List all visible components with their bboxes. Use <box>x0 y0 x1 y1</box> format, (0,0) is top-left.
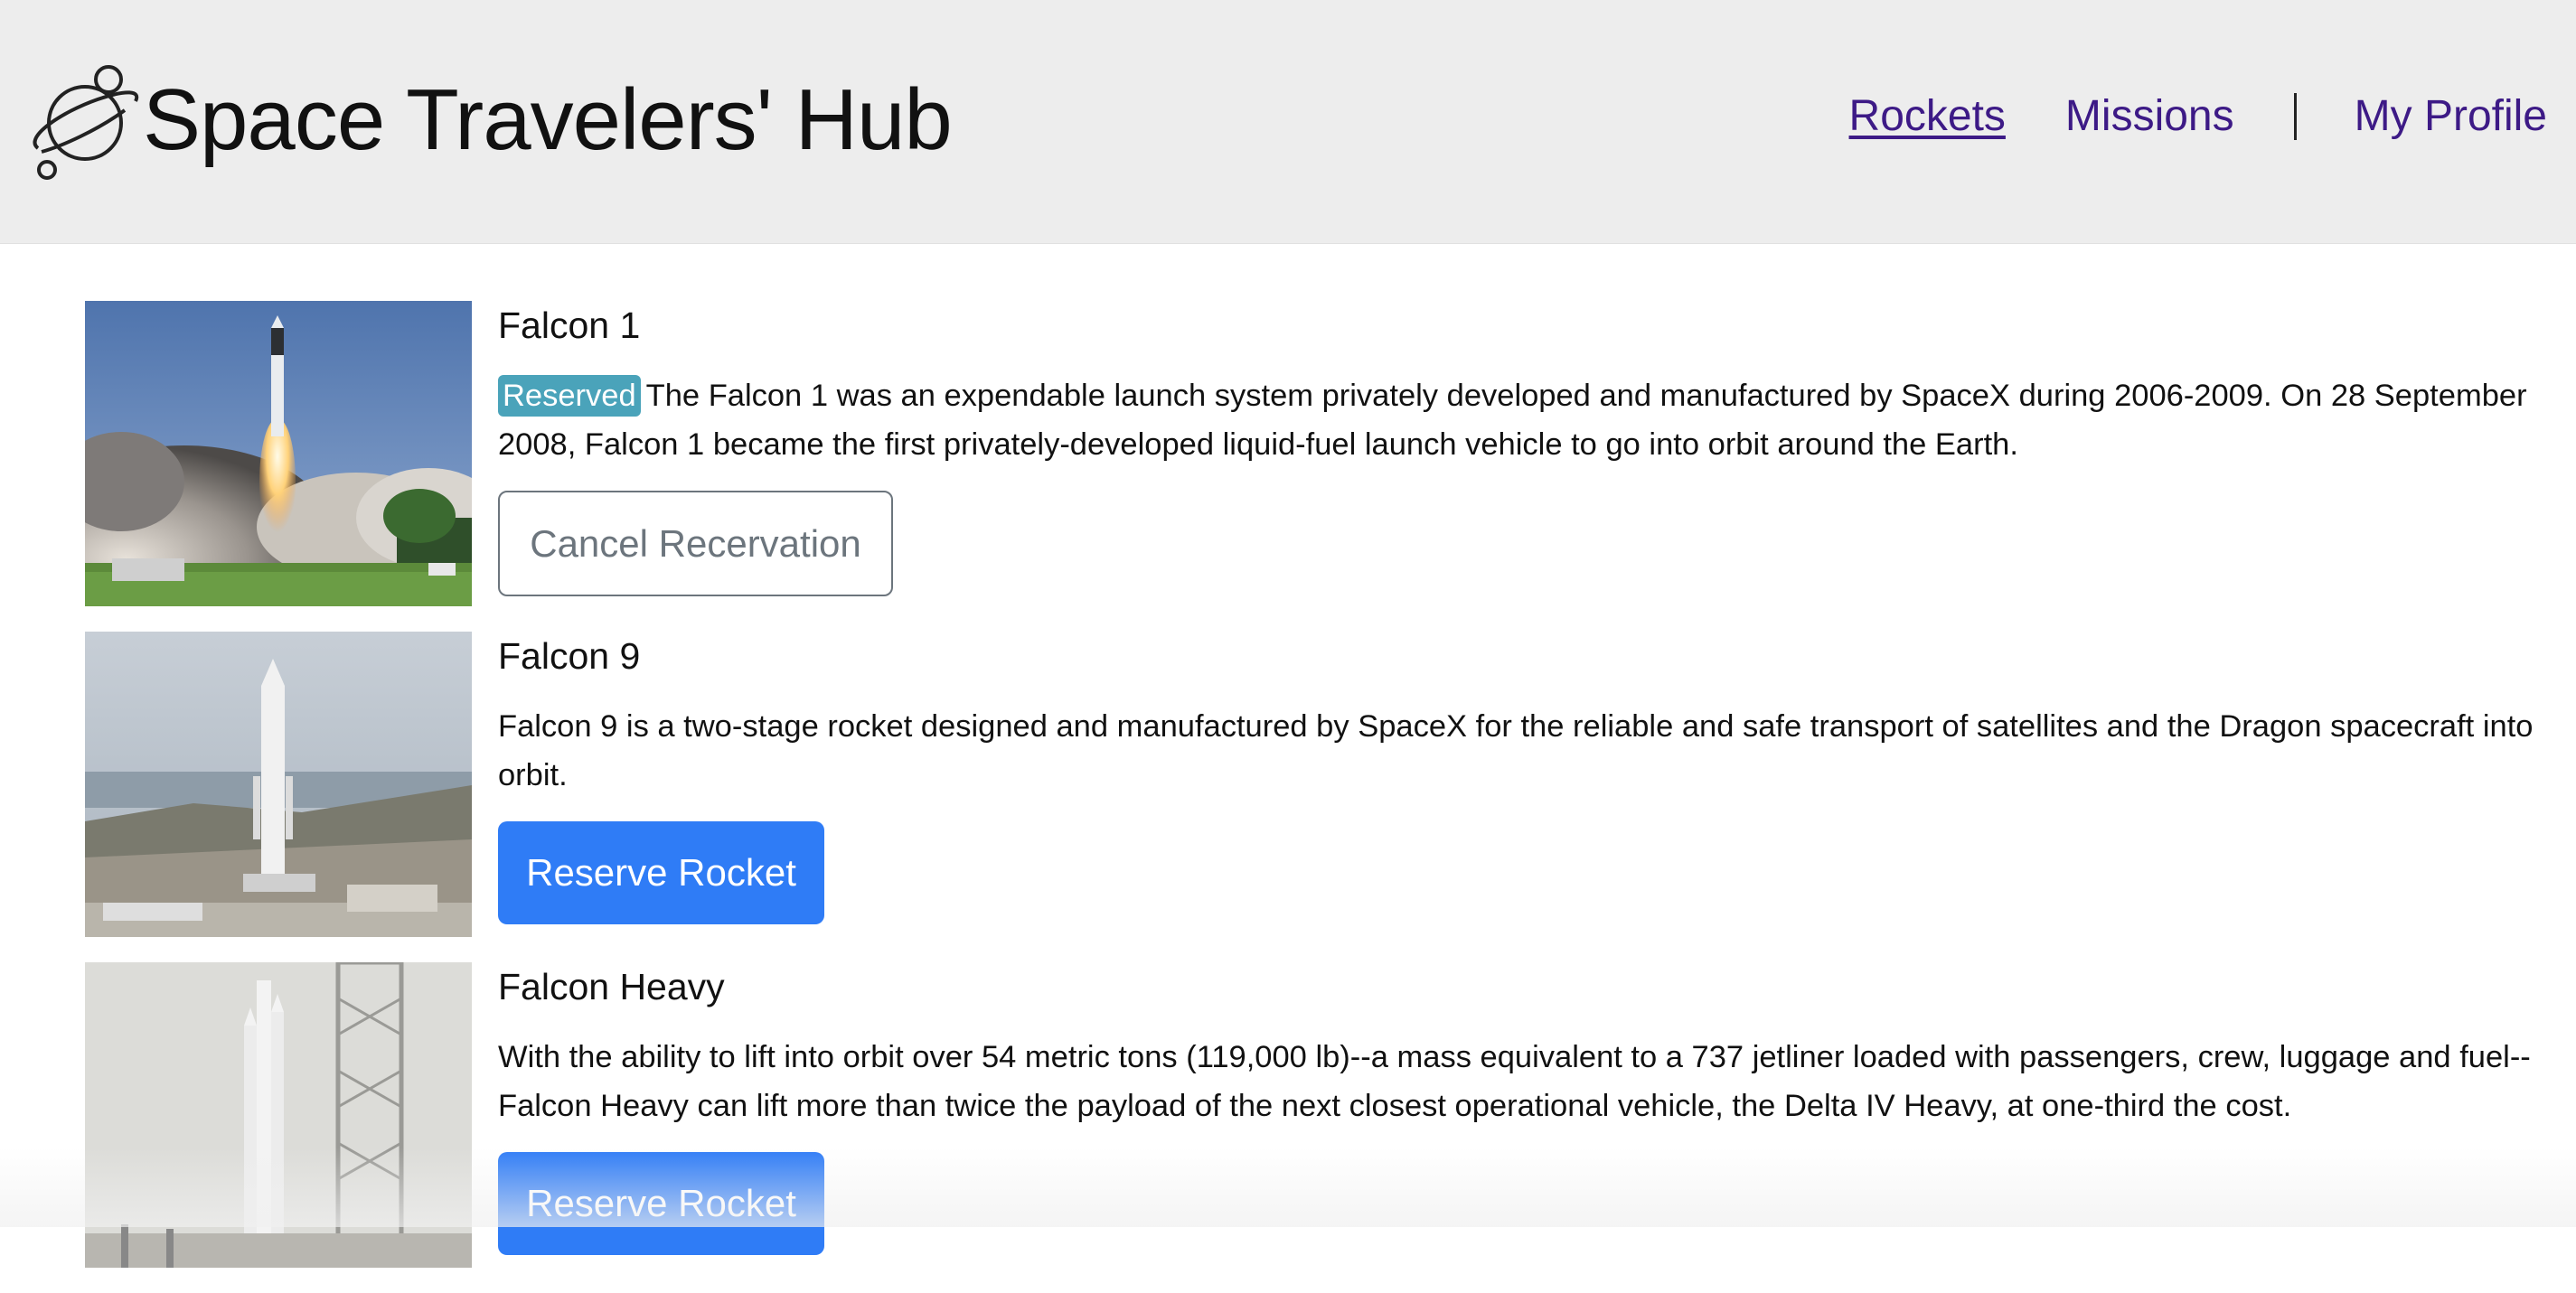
brand[interactable]: Space Travelers' Hub <box>25 60 953 181</box>
rocket-card: Falcon Heavy With the ability to lift in… <box>85 962 2531 1268</box>
nav-link-my-profile[interactable]: My Profile <box>2355 95 2547 138</box>
rocket-image <box>85 962 472 1268</box>
rocket-name: Falcon 1 <box>498 305 641 346</box>
rocket-name: Falcon 9 <box>498 635 641 677</box>
rocket-description: With the ability to lift into orbit over… <box>498 1040 2531 1123</box>
nav-divider <box>2293 93 2297 140</box>
rocket-card: Falcon 9 Falcon 9 is a two-stage rocket … <box>85 632 2533 937</box>
rocket-heavy-image <box>85 962 472 1268</box>
reserved-badge: Reserved <box>498 375 641 417</box>
nav-link-missions[interactable]: Missions <box>2065 95 2234 138</box>
planet-logo-icon <box>33 65 139 180</box>
rocket-launch-image <box>85 301 472 606</box>
rocket-info: Falcon 9 Falcon 9 is a two-stage rocket … <box>498 632 2541 924</box>
nav-link-rockets[interactable]: Rockets <box>1849 95 2006 138</box>
rocket-info: Falcon Heavy With the ability to lift in… <box>498 962 2541 1255</box>
rocket-image <box>85 301 472 606</box>
cancel-reservation-button[interactable]: Cancel Recervation <box>498 491 893 596</box>
rocket-image <box>85 632 472 937</box>
rocket-description-text: The Falcon 1 was an expendable launch sy… <box>498 379 2527 462</box>
rocket-description: Falcon 9 is a two-stage rocket designed … <box>498 709 2534 792</box>
site-title: Space Travelers' Hub <box>143 71 953 168</box>
rocket-card: Falcon 1 Reserved The Falcon 1 was an exp… <box>85 301 2527 606</box>
rocket-list: Falcon 1 Reserved The Falcon 1 was an exp… <box>85 301 2533 1293</box>
main-nav: Rockets Missions My Profile <box>1849 93 2547 140</box>
site-header: Space Travelers' Hub Rockets Missions My… <box>0 0 2576 244</box>
rocket-info: Falcon 1 Reserved The Falcon 1 was an exp… <box>498 301 2541 596</box>
reserve-rocket-button[interactable]: Reserve Rocket <box>498 1152 824 1255</box>
rocket-description: Reserved The Falcon 1 was an expendable l… <box>498 371 2541 469</box>
rocket-pad-image <box>85 632 472 937</box>
reserve-rocket-button[interactable]: Reserve Rocket <box>498 821 824 924</box>
rocket-name: Falcon Heavy <box>498 966 725 1007</box>
